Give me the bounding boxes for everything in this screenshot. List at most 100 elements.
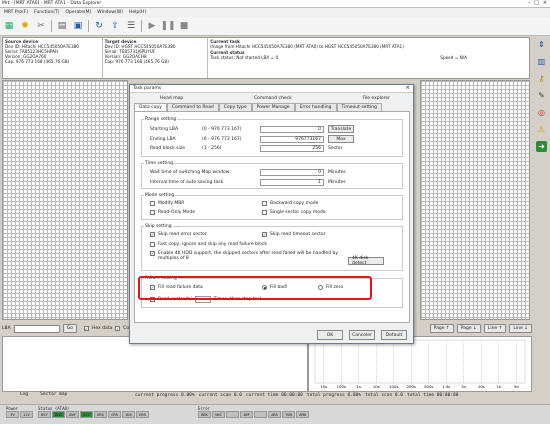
list-icon[interactable]: ☰ <box>125 20 137 32</box>
speed-readout: Speed = N/A <box>440 55 467 61</box>
go-button[interactable]: Go <box>62 324 77 333</box>
enable-4k-checkbox[interactable]: ✓ Enable 4K HDD support, the skipped sec… <box>150 251 338 261</box>
tab-file-explorer[interactable]: File explorer <box>362 96 390 103</box>
fast-copy-checkbox[interactable]: Fast copy, ignore and skip any read fail… <box>150 242 267 247</box>
pen-icon[interactable]: ✎ <box>536 90 547 101</box>
tab-power-manage[interactable]: Power Manage <box>251 103 295 111</box>
play-icon[interactable]: ▶ <box>146 20 158 32</box>
sector-map-right[interactable] <box>420 80 530 320</box>
read-block-size-input[interactable]: 256 <box>260 145 324 152</box>
chart-tick-label: 10s <box>478 384 485 389</box>
scroll-icon[interactable]: ⇕ <box>536 39 547 50</box>
modify-mbr-label: Modify MBR <box>158 201 185 206</box>
page-up-button[interactable]: Page ↑ <box>429 324 454 333</box>
task-panel: Current task Image from Hitachi HCC54505… <box>208 38 529 78</box>
bottom-tabs: Log Sector map <box>2 392 92 400</box>
page-down-button[interactable]: Page ↓ <box>456 324 481 333</box>
tab-copy-type[interactable]: Copy type <box>218 103 252 111</box>
max-button[interactable]: Max <box>328 135 354 143</box>
maximize-button[interactable]: □ <box>534 0 539 6</box>
checkbox-icon <box>150 201 155 206</box>
cancel-button[interactable]: Canceler <box>349 330 375 340</box>
lba-input[interactable] <box>13 324 60 333</box>
menu-item-function[interactable]: Function(T) <box>34 10 59 15</box>
tab-data-copy[interactable]: Data copy <box>134 103 167 111</box>
target-icon[interactable]: ◎ <box>536 107 547 118</box>
chart-tick-label: 1s <box>357 384 361 389</box>
hex-data-checkbox[interactable]: ✓ Hex data <box>83 325 113 331</box>
tab-timeout-setting[interactable]: Timeout setting <box>336 103 382 111</box>
status-cell: IDX <box>122 411 135 418</box>
read-only-checkbox[interactable]: Read-Only Mode <box>150 210 195 215</box>
sun-icon[interactable]: ✺ <box>19 20 31 32</box>
range-setting-group: Range setting Starting LBA (0 - 976 773 … <box>141 117 403 157</box>
skip-read-error-checkbox[interactable]: ✓ Skip read error sector <box>150 232 207 237</box>
line-up-button[interactable]: Line ↑ <box>483 324 507 333</box>
interval-time-input[interactable]: 1 <box>260 179 324 186</box>
sector-map-left[interactable] <box>2 80 128 320</box>
backward-copy-checkbox[interactable]: Backward copy mode <box>262 201 318 206</box>
menu-item-operate[interactable]: Operate(M) <box>66 10 92 15</box>
warning-icon[interactable]: ⚠ <box>536 124 547 135</box>
close-button[interactable]: × <box>543 0 547 6</box>
toolbar-divider <box>88 20 89 32</box>
menu-item-mrt-pro[interactable]: MRT Pro(F) <box>4 10 28 15</box>
4k-disk-detect-button[interactable]: 4K disk detect <box>348 256 384 266</box>
stop-icon[interactable]: ■ <box>178 20 190 32</box>
tab-error-handling[interactable]: Error handling <box>294 103 337 111</box>
tab-log[interactable]: Log <box>20 392 28 400</box>
export-icon[interactable]: ⇪ <box>109 20 121 32</box>
chart-tick-label: 5d <box>514 384 519 389</box>
line-down-button[interactable]: Line ↓ <box>509 324 532 333</box>
error-cell: ABR <box>268 411 281 418</box>
wait-time-input[interactable]: 0 <box>260 169 324 176</box>
hex-data-label: Hex data <box>91 326 113 331</box>
chart-frame <box>314 339 526 384</box>
power-group: Power 5V 12V <box>6 406 33 418</box>
log-panel[interactable] <box>2 336 308 392</box>
starting-lba-input[interactable]: 0 <box>260 125 324 133</box>
chart-icon[interactable]: ▥ <box>536 56 547 67</box>
interval-time-label: Interval time of auto saving task <box>150 180 224 185</box>
key-icon[interactable]: ⚷ <box>536 73 547 84</box>
lba-label: LBA <box>2 326 11 331</box>
chart-tick-label: 5s <box>462 384 466 389</box>
error-cell <box>254 411 267 418</box>
chart-tick-label: 100s <box>337 384 346 389</box>
chart-tick-label: 10s <box>320 384 327 389</box>
pause-icon[interactable]: ❚❚ <box>160 20 175 32</box>
read-block-size-range: (1 - 256) <box>202 146 222 151</box>
dialog-close-button[interactable]: × <box>405 85 410 91</box>
device-info-panel: Source device Dev ID: Hitachi HCC545050A… <box>2 37 530 79</box>
total-progress: total progress 0.00% <box>306 393 362 398</box>
ending-lba-range: (0 - 976 773 167) <box>202 136 242 142</box>
status-cell: CRR <box>108 411 121 418</box>
save-icon[interactable]: ▣ <box>72 20 84 32</box>
checkbox-icon: ✓ <box>83 325 89 331</box>
current-time: current time 00:00:00 <box>245 393 303 398</box>
skip-read-timeout-checkbox[interactable]: ✓ Skip read timeout sector <box>262 232 326 237</box>
modify-mbr-checkbox[interactable]: Modify MBR <box>150 201 184 206</box>
tab-head-map[interactable]: Head map <box>160 96 183 103</box>
tab-sector-map[interactable]: Sector map <box>40 392 67 400</box>
ending-lba-input[interactable]: 976773167 <box>260 135 324 143</box>
default-button[interactable]: Default <box>381 330 407 340</box>
translate-button[interactable]: Translate <box>328 125 354 133</box>
current-scan: current scan 0.0 <box>198 393 242 398</box>
menu-item-help[interactable]: Help(H) <box>129 10 146 15</box>
ok-button[interactable]: OK <box>317 330 343 340</box>
tools-icon[interactable]: ✂ <box>35 20 47 32</box>
refresh-icon[interactable]: ↻ <box>93 20 105 32</box>
time-setting-group: Time setting Wait time of switching Map … <box>141 161 403 189</box>
menu-item-window[interactable]: Window(W) <box>97 10 123 15</box>
document-icon[interactable]: ▤ <box>56 20 68 32</box>
grid-icon[interactable]: ▦ <box>3 20 15 32</box>
minimize-button[interactable]: – <box>528 0 531 6</box>
tab-command-check[interactable]: Command check <box>254 96 292 103</box>
source-capacity: Cap: 976 773 168 (465.76 GB) <box>5 59 70 65</box>
arrow-right-icon[interactable]: ➜ <box>536 141 547 152</box>
tab-command-to-read[interactable]: Command to Read <box>166 103 219 111</box>
task-status: Task status: Not started LBA = 0 <box>210 55 279 61</box>
single-sector-checkbox[interactable]: Single sector copy mode <box>262 210 326 215</box>
read-only-label: Read-Only Mode <box>158 210 196 215</box>
